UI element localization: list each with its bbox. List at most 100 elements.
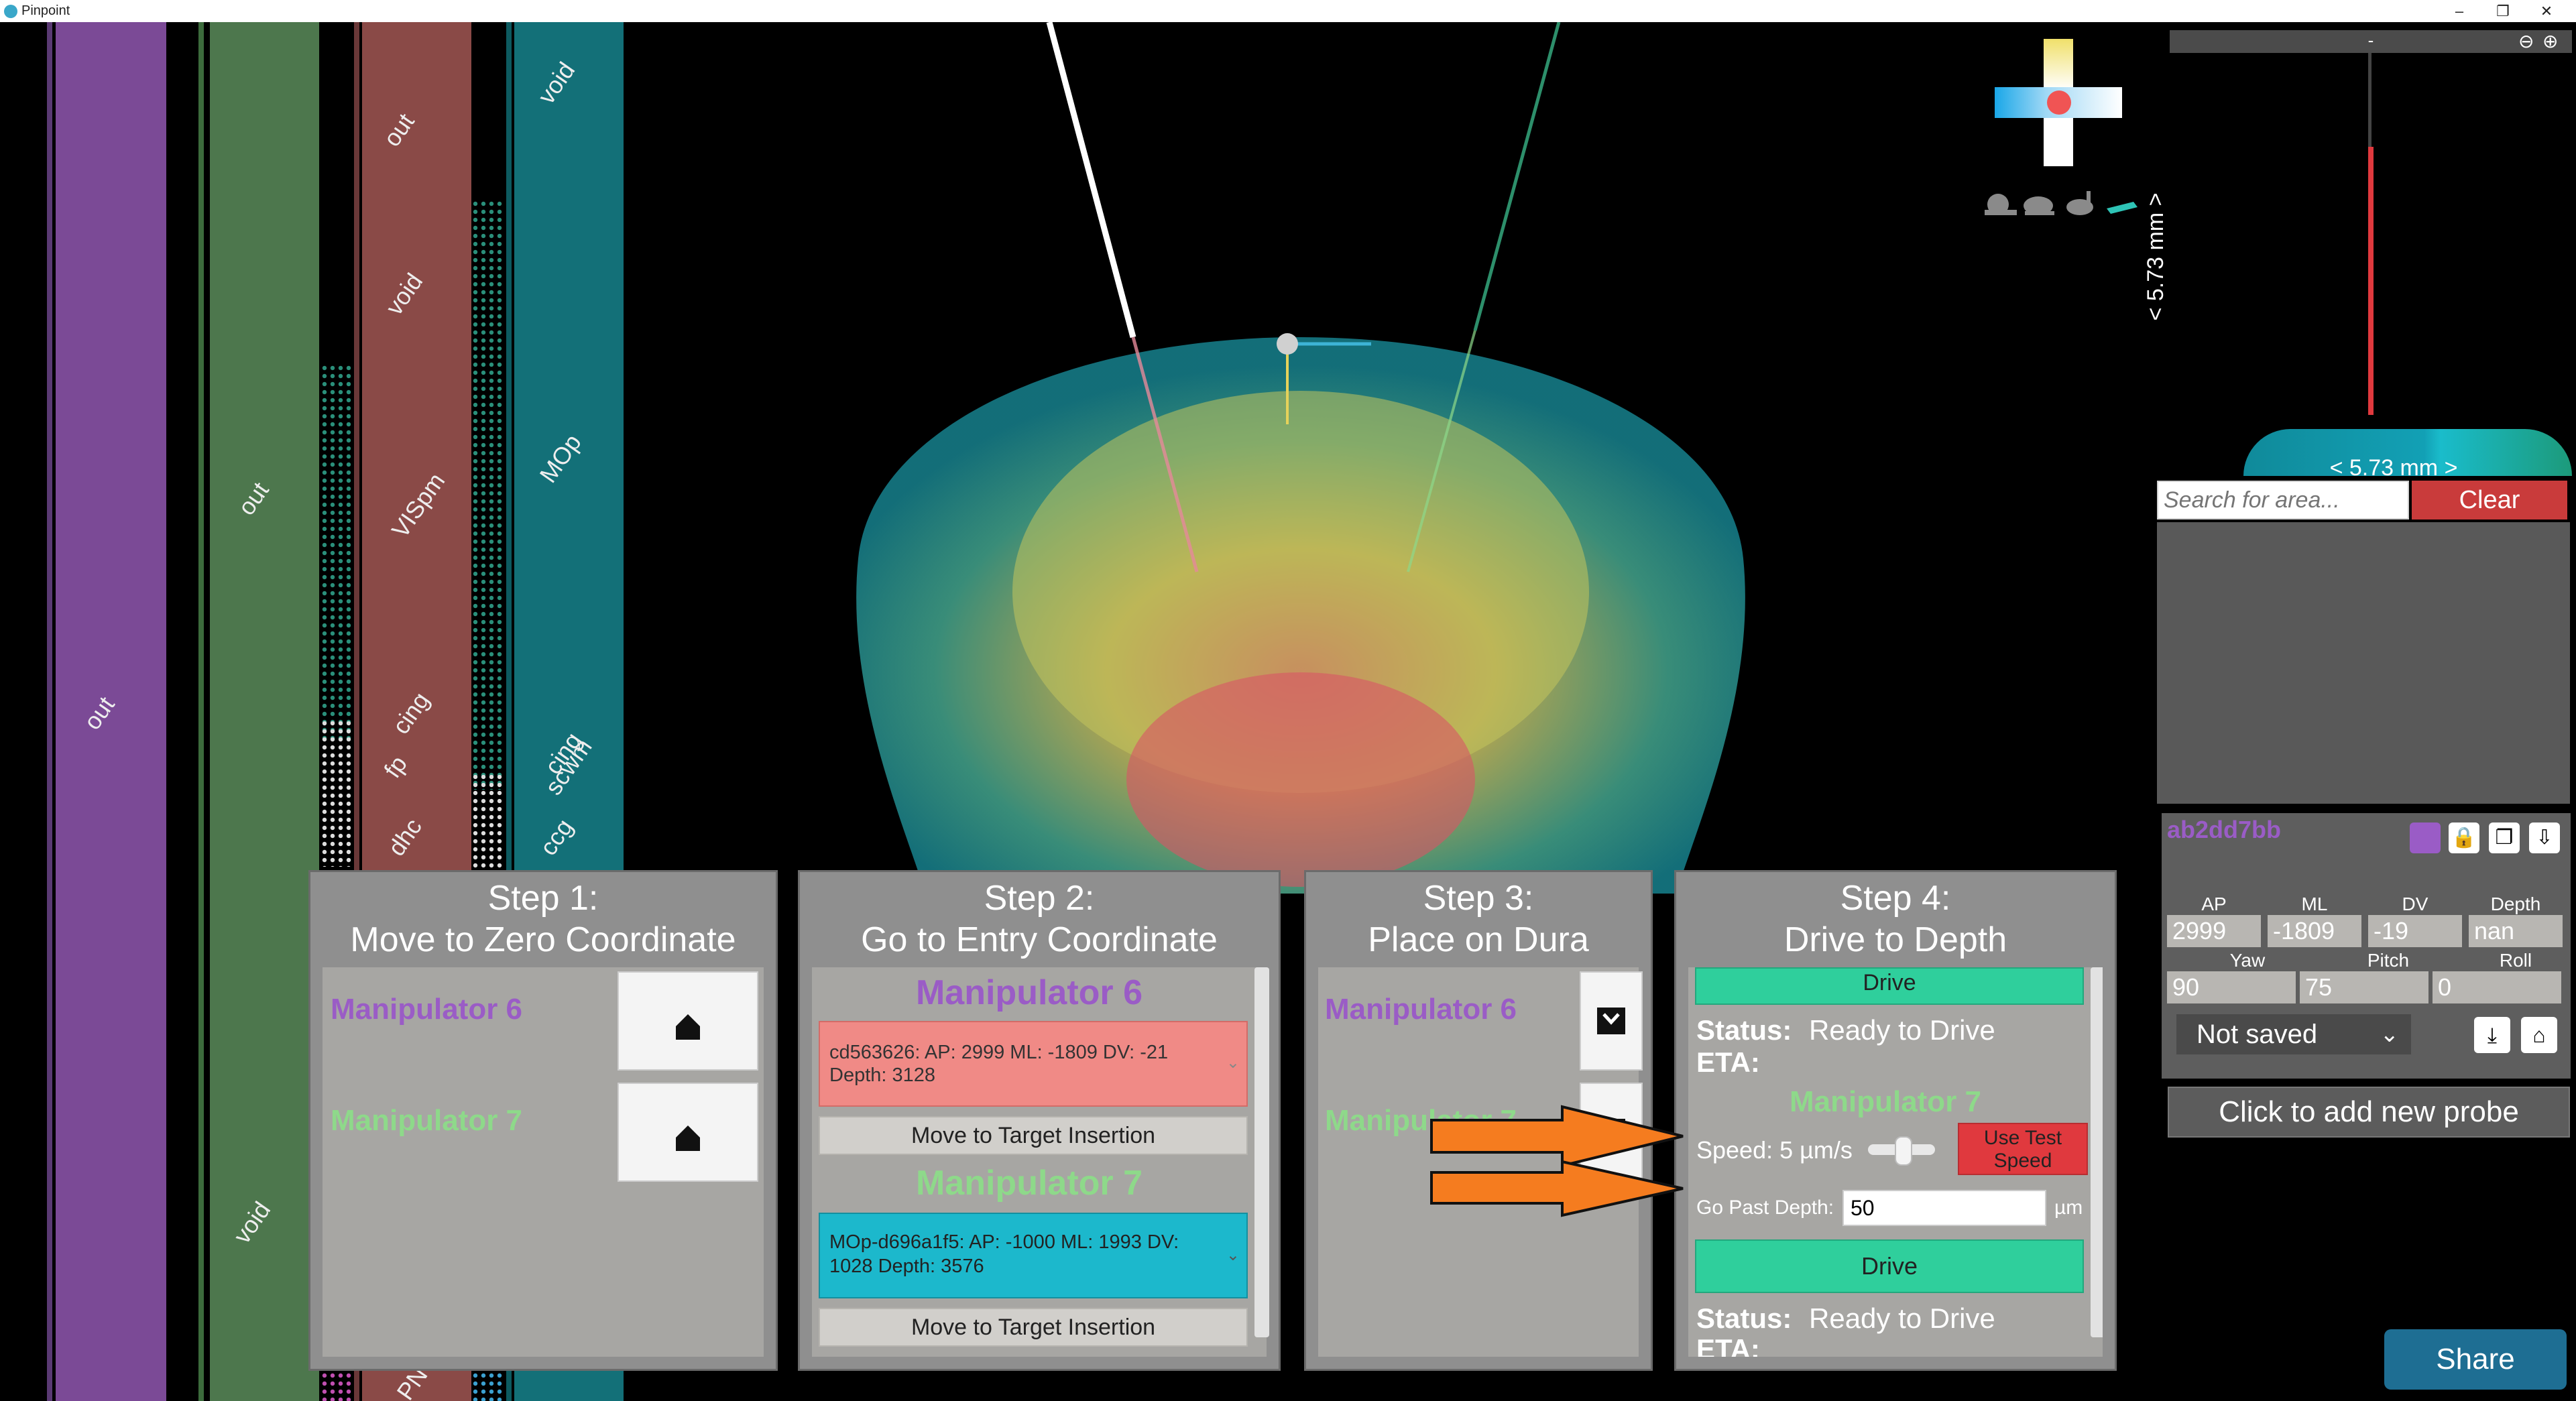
home-icon [676, 1014, 700, 1040]
chevron-down-icon: ⌄ [1226, 1246, 1240, 1264]
step-1-manip-7-zero-button[interactable] [618, 1083, 758, 1182]
scene-view[interactable]: out out void out void VISpm cing fp dhc … [0, 22, 2576, 1401]
depth-field[interactable]: nan [2469, 915, 2563, 947]
drive-button-top[interactable]: Drive [1695, 967, 2084, 1005]
probe-panel: ab2dd7bb 🔒 ❐ ⇩ AP ML DV Depth 2999 -1809… [2162, 813, 2571, 1079]
bregma-marker[interactable] [1277, 333, 1298, 355]
preview-top-bar: - [2170, 30, 2572, 53]
speed-slider-handle[interactable] [1895, 1136, 1912, 1166]
lock-icon[interactable]: 🔒 [2449, 823, 2479, 853]
strip-4-dots-white [471, 773, 505, 880]
step-3-manip-6-dura-button[interactable] [1580, 971, 1643, 1071]
step-2-manip-7-target-dropdown[interactable]: MOp-d696a1f5: AP: -1000 ML: 1993 DV: 102… [819, 1213, 1248, 1298]
chevron-down-icon: ⌄ [1226, 1054, 1240, 1072]
preview-top-bar-label: - [2367, 30, 2374, 50]
zoom-out-icon[interactable]: ⊖ [2518, 30, 2542, 53]
ml-field[interactable]: -1809 [2268, 915, 2361, 947]
axes-gizmo[interactable] [1995, 39, 2122, 166]
status-label-1: Status: [1696, 1014, 1792, 1046]
pitch-label: Pitch [2367, 950, 2410, 971]
speed-slider[interactable] [1868, 1136, 1935, 1166]
strip-1[interactable]: out [56, 22, 166, 1401]
horizontal-scale-label: < 5.73 mm > [2329, 455, 2458, 481]
add-probe-button[interactable]: Click to add new probe [2168, 1087, 2570, 1138]
strip-3-label-6: dhc [382, 813, 428, 861]
yaw-label: Yaw [2229, 950, 2266, 971]
minimize-button[interactable]: – [2441, 0, 2478, 22]
roll-label: Roll [2499, 950, 2532, 971]
strip-3-label-2: void [379, 267, 428, 320]
probe-id[interactable]: ab2dd7bb [2167, 816, 2281, 844]
step-1-manip-6-zero-button[interactable] [618, 971, 758, 1071]
step-2-body[interactable]: Manipulator 6 cd563626: AP: 2999 ML: -18… [812, 967, 1269, 1357]
step-4-title-line-2: Drive to Depth [1783, 920, 2007, 959]
strip-3-dots-white [320, 719, 354, 867]
ap-field[interactable]: 2999 [2167, 915, 2261, 947]
step-2-scrollbar[interactable] [1254, 967, 1269, 1337]
strip-2[interactable]: out void [210, 22, 319, 1401]
step-4-panel: Step 4: Drive to Depth Drive Status: Rea… [1674, 870, 2117, 1371]
step-2-manip-6-move-button[interactable]: Move to Target Insertion [819, 1116, 1248, 1155]
save-state-value: Not saved [2197, 1020, 2318, 1049]
yaw-field[interactable]: 90 [2167, 971, 2296, 1003]
go-past-depth-label: Go Past Depth: [1696, 1197, 1834, 1219]
strip-1-edge [47, 22, 52, 1401]
step-1-body: Manipulator 6 Manipulator 7 [323, 967, 764, 1357]
speed-icons [1985, 191, 2138, 215]
step-1-title-line-1: Step 1: [487, 879, 599, 918]
step-4-scrollbar[interactable] [2091, 967, 2103, 1337]
share-button[interactable]: Share [2384, 1329, 2567, 1390]
go-past-depth-input[interactable] [1842, 1190, 2046, 1226]
export-icon[interactable]: ⇩ [2529, 823, 2560, 853]
probe-preview: - ⊖ ⊕ [2170, 30, 2572, 476]
strip-3-label-4: cing [386, 686, 435, 739]
step-2-panel: Step 2: Go to Entry Coordinate Manipulat… [798, 870, 1281, 1371]
step-2-manip-6-target-dropdown[interactable]: cd563626: AP: 2999 ML: -1809 DV: -21 Dep… [819, 1021, 1248, 1107]
pinpoint-window: Pinpoint – ❐ ✕ out out void out void VIS… [0, 0, 2576, 1401]
duplicate-icon[interactable]: ❐ [2489, 823, 2520, 853]
cheetah-icon[interactable] [2107, 202, 2138, 214]
step-2-title-line-2: Go to Entry Coordinate [861, 920, 1218, 959]
probe-color-swatch[interactable] [2410, 823, 2441, 853]
strip-3-label-5: fp [378, 750, 413, 783]
speed-label: Speed: 5 µm/s [1696, 1136, 1853, 1164]
zoom-in-icon[interactable]: ⊕ [2542, 30, 2567, 53]
strip-2-edge [198, 22, 204, 1401]
probe-6-shaft [1046, 22, 1136, 339]
home-icon [676, 1125, 700, 1151]
restore-button[interactable]: ❐ [2484, 0, 2522, 22]
step-4-body[interactable]: Drive Status: Ready to Drive ETA: Manipu… [1688, 967, 2103, 1357]
use-test-speed-button[interactable]: Use Test Speed [1958, 1123, 2088, 1175]
step-4-title-line-1: Step 4: [1840, 879, 1951, 918]
turtle-icon[interactable] [2024, 196, 2054, 215]
pitch-field[interactable]: 75 [2300, 971, 2428, 1003]
arrow-to-speed-icon [1430, 1105, 1684, 1168]
strip-3-dots-teal [320, 364, 354, 739]
save-state-dropdown[interactable]: Not saved ⌄ [2176, 1014, 2411, 1054]
step-2-manip-6-target-text: cd563626: AP: 2999 ML: -1809 DV: -21 Dep… [829, 1042, 1169, 1086]
eta-label-1: ETA: [1696, 1046, 1760, 1078]
close-button[interactable]: ✕ [2528, 0, 2565, 22]
status-label-2: Status: [1696, 1302, 1792, 1334]
step-2-manip-7-move-button[interactable]: Move to Target Insertion [819, 1308, 1248, 1347]
step-2-manip-7-target-text: MOp-d696a1f5: AP: -1000 ML: 1993 DV: 102… [829, 1231, 1179, 1277]
arrow-to-go-past-depth-icon [1430, 1160, 1684, 1217]
step-4-title: Step 4: Drive to Depth [1676, 877, 2115, 961]
home-icon[interactable]: ⌂ [2521, 1017, 2557, 1053]
ml-label: ML [2301, 894, 2328, 914]
strip-3-label-1: out [377, 108, 420, 151]
snail-icon[interactable] [1985, 194, 2017, 215]
dv-field[interactable]: -19 [2368, 915, 2462, 947]
strip-4-label-1: void [532, 56, 581, 109]
area-results-list[interactable] [2157, 522, 2570, 804]
status-value-1: Ready to Drive [1809, 1014, 1995, 1046]
area-search-input[interactable] [2157, 481, 2409, 520]
probe-7-shaft [1473, 22, 1561, 331]
save-probe-icon[interactable]: ⤓ [2474, 1017, 2510, 1053]
speed-selector[interactable] [1979, 182, 2140, 222]
clear-button[interactable]: Clear [2412, 481, 2567, 520]
strip-4-label-2: MOp [534, 429, 587, 488]
roll-field[interactable]: 0 [2433, 971, 2561, 1003]
rabbit-icon[interactable] [2066, 191, 2093, 215]
drive-button[interactable]: Drive [1695, 1239, 2084, 1293]
